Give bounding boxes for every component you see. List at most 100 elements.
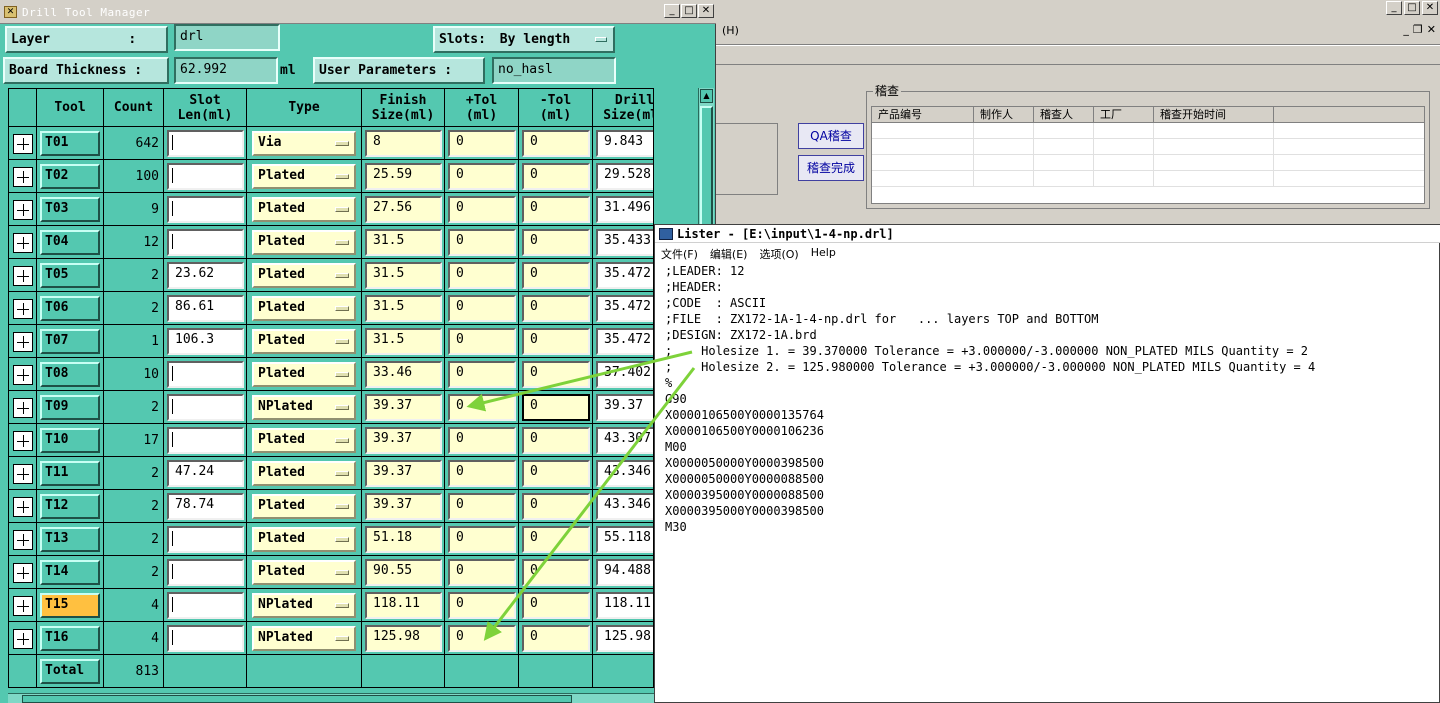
ptol-input[interactable]: 0 xyxy=(448,163,516,190)
slot-input[interactable]: 106.3 xyxy=(167,328,244,355)
tool-button[interactable]: T03 xyxy=(40,197,100,222)
ptol-input[interactable]: 0 xyxy=(448,262,516,289)
horizontal-scrollbar[interactable] xyxy=(8,693,698,703)
type-dropdown[interactable]: NPlated xyxy=(252,626,356,651)
mtol-input[interactable]: 0 xyxy=(522,592,590,619)
type-dropdown[interactable]: Plated xyxy=(252,164,356,189)
close-icon[interactable]: ✕ xyxy=(698,4,714,18)
expand-icon[interactable] xyxy=(13,464,33,484)
menu-file[interactable]: 文件(F) xyxy=(661,246,698,262)
type-dropdown[interactable]: Plated xyxy=(252,461,356,486)
lister-text-content[interactable]: ;LEADER: 12 ;HEADER: ;CODE : ASCII ;FILE : … xyxy=(665,263,1435,535)
drill-input[interactable]: 43.307 xyxy=(596,427,653,454)
finish-input[interactable]: 25.59 xyxy=(365,163,442,190)
type-dropdown[interactable]: Plated xyxy=(252,362,356,387)
slot-input[interactable] xyxy=(167,130,244,157)
mtol-input[interactable]: 0 xyxy=(522,328,590,355)
slot-input[interactable] xyxy=(167,427,244,454)
drill-input[interactable]: 35.472 xyxy=(596,262,653,289)
ptol-input[interactable]: 0 xyxy=(448,427,516,454)
expand-icon[interactable] xyxy=(13,365,33,385)
drill-input[interactable]: 35.472 xyxy=(596,295,653,322)
ptol-input[interactable]: 0 xyxy=(448,526,516,553)
tool-button[interactable]: T16 xyxy=(40,626,100,651)
drill-input[interactable]: 9.843 xyxy=(596,130,653,157)
mtol-input[interactable]: 0 xyxy=(522,229,590,256)
grid-header-start-time[interactable]: 稽查开始时间 xyxy=(1154,107,1274,122)
minimize-icon[interactable]: _ xyxy=(1386,1,1402,15)
ptol-input[interactable]: 0 xyxy=(448,361,516,388)
grid-header-auditor[interactable]: 稽查人 xyxy=(1034,107,1094,122)
horizontal-scroll-thumb[interactable] xyxy=(22,695,572,703)
ptol-input[interactable]: 0 xyxy=(448,493,516,520)
drill-input[interactable]: 118.11 xyxy=(596,592,653,619)
type-dropdown[interactable]: Plated xyxy=(252,263,356,288)
drill-input[interactable]: 125.98 xyxy=(596,625,653,652)
tool-button[interactable]: T02 xyxy=(40,164,100,189)
drill-input[interactable]: 31.496 xyxy=(596,196,653,223)
expand-icon[interactable] xyxy=(13,233,33,253)
finish-input[interactable]: 31.5 xyxy=(365,328,442,355)
mtol-input[interactable]: 0 xyxy=(522,526,590,553)
mtol-input[interactable]: 0 xyxy=(522,196,590,223)
type-dropdown[interactable]: Plated xyxy=(252,494,356,519)
ptol-input[interactable]: 0 xyxy=(448,196,516,223)
tool-button[interactable]: T08 xyxy=(40,362,100,387)
drill-input[interactable]: 35.433 xyxy=(596,229,653,256)
finish-input[interactable]: 39.37 xyxy=(365,394,442,421)
finish-input[interactable]: 39.37 xyxy=(365,427,442,454)
expand-icon[interactable] xyxy=(13,629,33,649)
tool-button[interactable]: T09 xyxy=(40,395,100,420)
drill-input[interactable]: 94.488 xyxy=(596,559,653,586)
finish-input[interactable]: 125.98 xyxy=(365,625,442,652)
slot-input[interactable] xyxy=(167,196,244,223)
tool-button[interactable]: T05 xyxy=(40,263,100,288)
finish-input[interactable]: 31.5 xyxy=(365,229,442,256)
ptol-input[interactable]: 0 xyxy=(448,625,516,652)
ptol-input[interactable]: 0 xyxy=(448,394,516,421)
slot-input[interactable]: 78.74 xyxy=(167,493,244,520)
minimize-icon[interactable]: _ xyxy=(664,4,680,18)
type-dropdown[interactable]: Plated xyxy=(252,560,356,585)
audit-grid[interactable]: 产品编号 制作人 稽查人 工厂 稽查开始时间 xyxy=(871,106,1425,204)
grid-header-maker[interactable]: 制作人 xyxy=(974,107,1034,122)
close-icon[interactable]: ✕ xyxy=(1422,1,1438,15)
drill-input[interactable]: 35.472 xyxy=(596,328,653,355)
mtol-input[interactable]: 0 xyxy=(522,394,590,421)
ptol-input[interactable]: 0 xyxy=(448,460,516,487)
tool-button[interactable]: T13 xyxy=(40,527,100,552)
tool-button[interactable]: T07 xyxy=(40,329,100,354)
mtol-input[interactable]: 0 xyxy=(522,460,590,487)
mtol-input[interactable]: 0 xyxy=(522,163,590,190)
maximize-icon[interactable]: □ xyxy=(1404,1,1420,15)
expand-icon[interactable] xyxy=(13,200,33,220)
drill-input[interactable]: 37.402 xyxy=(596,361,653,388)
mtol-input[interactable]: 0 xyxy=(522,625,590,652)
tool-button[interactable]: T10 xyxy=(40,428,100,453)
type-dropdown[interactable]: Plated xyxy=(252,230,356,255)
finish-input[interactable]: 118.11 xyxy=(365,592,442,619)
menu-edit[interactable]: 编辑(E) xyxy=(710,246,748,262)
drill-input[interactable]: 55.118 xyxy=(596,526,653,553)
slots-dropdown[interactable]: Slots: By length xyxy=(433,26,615,53)
type-dropdown[interactable]: NPlated xyxy=(252,395,356,420)
expand-icon[interactable] xyxy=(13,299,33,319)
ptol-input[interactable]: 0 xyxy=(448,229,516,256)
slot-input[interactable] xyxy=(167,559,244,586)
type-dropdown[interactable]: Plated xyxy=(252,197,356,222)
ptol-input[interactable]: 0 xyxy=(448,130,516,157)
mtol-input[interactable]: 0 xyxy=(522,427,590,454)
mtol-input[interactable]: 0 xyxy=(522,361,590,388)
menu-help[interactable]: Help xyxy=(811,246,836,262)
finish-input[interactable]: 90.55 xyxy=(365,559,442,586)
tool-button[interactable]: T06 xyxy=(40,296,100,321)
mdi-minimize-icon[interactable]: _ xyxy=(1403,23,1409,36)
qa-audit-button[interactable]: QA稽查 xyxy=(798,123,864,149)
mtol-input[interactable]: 0 xyxy=(522,559,590,586)
tool-button[interactable]: T04 xyxy=(40,230,100,255)
layer-field[interactable]: drl xyxy=(174,24,280,51)
ptol-input[interactable]: 0 xyxy=(448,592,516,619)
slot-input[interactable] xyxy=(167,526,244,553)
tool-button[interactable]: T12 xyxy=(40,494,100,519)
ptol-input[interactable]: 0 xyxy=(448,295,516,322)
